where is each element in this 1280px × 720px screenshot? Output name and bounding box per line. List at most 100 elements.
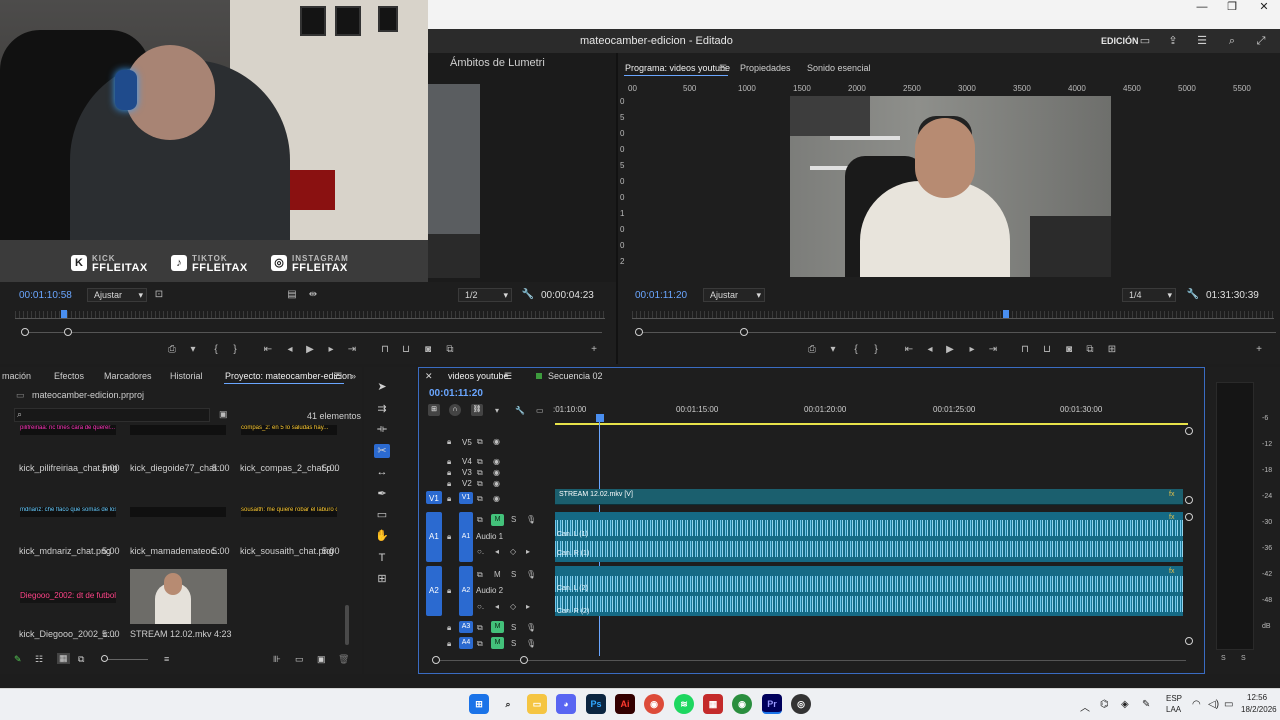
chrome-profile-icon[interactable]: ◉ <box>732 694 752 714</box>
selection-tool-icon[interactable]: ➤ <box>374 380 390 394</box>
audio-clip-a1[interactable]: Can. L (1) Can. R (1) fx <box>555 512 1183 562</box>
work-area-bar[interactable] <box>555 423 1188 425</box>
add-button-icon[interactable]: + <box>587 344 601 355</box>
video-clip[interactable]: STREAM 12.02.mkv [V] fx <box>555 489 1183 505</box>
program-trim-icon[interactable]: ⊞ <box>1105 344 1119 355</box>
source-zoom-bar[interactable] <box>22 332 602 333</box>
track-target-a4[interactable]: A4 <box>459 637 473 649</box>
add-keyframe-icon[interactable]: ◇ <box>510 547 516 556</box>
thumb-size-knob[interactable] <box>101 655 108 662</box>
ripple-edit-icon[interactable]: ⟛ <box>374 422 390 436</box>
track-target-a3[interactable]: A3 <box>459 621 473 633</box>
track-target-a1[interactable]: A1 <box>459 512 473 562</box>
track-select-icon[interactable]: ⇉ <box>374 402 390 416</box>
settings-icon[interactable]: ⊡ <box>152 289 166 300</box>
caption-tool-icon[interactable]: ⊞ <box>374 572 390 586</box>
sync-lock-icon[interactable]: ⧉ <box>477 515 483 525</box>
play-icon[interactable]: ▶ <box>303 344 317 355</box>
lock-icon[interactable]: 🔒︎ <box>447 494 451 504</box>
program-compare-icon[interactable]: ⧉ <box>1083 344 1097 355</box>
asset-name[interactable]: kick_sousaith_chat.png <box>240 546 334 556</box>
mic-icon[interactable]: 🎙︎ <box>526 623 536 632</box>
panel-icon[interactable]: ▭ <box>1138 34 1152 48</box>
go-to-in-icon[interactable]: ⇤ <box>261 344 275 355</box>
lock-icon[interactable]: 🔒︎ <box>447 586 451 596</box>
program-play-icon[interactable]: ▶ <box>943 344 957 355</box>
mute-button[interactable]: M <box>491 637 504 649</box>
asset-thumb[interactable]: sousaith: me quiere robar el laburo che <box>241 507 337 517</box>
mute-button[interactable]: M <box>494 570 501 579</box>
maximize-button[interactable]: ❐ <box>1216 0 1248 14</box>
timeline-settings-icon[interactable]: 🔧 <box>515 406 525 415</box>
eye-icon[interactable]: ◉ <box>493 437 500 446</box>
tab-information[interactable]: mación <box>2 371 31 381</box>
new-item-icon[interactable]: ▣ <box>317 654 326 665</box>
asset-name[interactable]: kick_mdnariz_chat.png <box>19 546 111 556</box>
source-scrubber[interactable] <box>15 311 605 319</box>
program-timecode[interactable]: 00:01:11:20 <box>635 290 687 301</box>
sort-icon[interactable]: ≡ <box>164 654 169 664</box>
eye-icon[interactable]: ◉ <box>493 494 500 503</box>
hand-tool-icon[interactable]: ✋ <box>374 529 390 543</box>
timeline-vscroll-top[interactable] <box>1185 427 1193 435</box>
wifi-icon[interactable]: ◠ <box>1192 699 1201 710</box>
tab-menu-icon[interactable]: ☰ <box>504 371 512 382</box>
new-bin-icon[interactable]: ▭ <box>295 654 304 665</box>
tab-sequence-videos-youtube[interactable]: videos youtube <box>448 371 509 381</box>
timeline-playhead[interactable] <box>596 414 604 422</box>
go-to-out-icon[interactable]: ⇥ <box>345 344 359 355</box>
eye-icon[interactable]: ◉ <box>493 479 500 488</box>
source-fit-select[interactable]: Ajustar <box>87 288 147 302</box>
razor-tool-icon[interactable]: ✂ <box>374 444 390 458</box>
language[interactable]: ESP <box>1166 694 1182 703</box>
tab-lumetri-scopes[interactable]: Ámbitos de Lumetri <box>450 57 545 69</box>
asset-thumb[interactable]: pilifreiriaa: nc tines cara de querer... <box>20 425 116 435</box>
pencil-icon[interactable]: ✎ <box>14 654 22 665</box>
program-resolution-select[interactable]: 1/4 <box>1122 288 1176 302</box>
track-target-v1[interactable]: V1 <box>459 492 473 504</box>
timeline-timecode[interactable]: 00:01:11:20 <box>429 388 483 399</box>
menu-icon[interactable]: ☰ <box>1195 34 1209 48</box>
mic-icon[interactable]: 🎙︎ <box>526 639 536 648</box>
rectangle-tool-icon[interactable]: ▭ <box>374 508 390 522</box>
trash-icon[interactable]: 🗑 <box>338 654 349 665</box>
program-wrench-icon[interactable]: 🔧 <box>1186 289 1200 300</box>
timeline-zoom-bar[interactable] <box>436 660 1186 661</box>
program-mark-in-icon[interactable]: { <box>849 344 863 355</box>
clock-date[interactable]: 18/2/2026 <box>1241 705 1277 714</box>
next-keyframe-icon[interactable]: ▸ <box>526 547 530 556</box>
tab-menu-icon[interactable]: ☰ <box>719 63 727 74</box>
new-bin-icon[interactable]: ▣ <box>219 409 228 420</box>
lock-icon[interactable]: 🔒︎ <box>447 532 451 542</box>
program-fit-select[interactable]: Ajustar <box>703 288 765 302</box>
program-go-to-in-icon[interactable]: ⇤ <box>902 344 916 355</box>
timeline-vscroll-mid[interactable] <box>1185 496 1193 504</box>
asset-thumb[interactable]: Diegooo_2002: dt de futbol <box>20 591 116 603</box>
fullscreen-icon[interactable]: ⤢ <box>1254 34 1268 48</box>
source-resolution-select[interactable]: 1/2 <box>458 288 512 302</box>
volume-icon[interactable]: ○. <box>477 602 484 611</box>
volume-icon[interactable]: ○. <box>477 547 484 556</box>
spotify-icon[interactable]: ≋ <box>674 694 694 714</box>
audio-clip-a2[interactable]: Can. L (2) Can. R (2) fx <box>555 566 1183 616</box>
mute-button[interactable]: M <box>491 621 504 633</box>
source-zoom-end[interactable] <box>64 328 72 336</box>
compare-icon[interactable]: ⧉ <box>443 344 457 355</box>
tray-app-icon[interactable]: ◈ <box>1121 699 1129 710</box>
asset-thumb-video[interactable] <box>130 569 227 624</box>
camera-icon[interactable]: ◙ <box>421 344 435 355</box>
more-panels-icon[interactable]: » <box>351 371 356 381</box>
tray-pen-icon[interactable]: ✎ <box>1142 699 1150 710</box>
close-button[interactable]: ✕ <box>1248 0 1280 14</box>
asset-thumb[interactable] <box>130 507 226 517</box>
sync-lock-icon[interactable]: ⧉ <box>477 623 483 633</box>
slip-tool-icon[interactable]: ↔ <box>374 465 390 479</box>
sync-lock-icon[interactable]: ⧉ <box>477 437 483 447</box>
export-frame-icon[interactable]: ▤ <box>285 289 299 300</box>
timeline-vscroll-bottom[interactable] <box>1185 637 1193 645</box>
tab-program[interactable]: Programa: videos youtube <box>625 63 730 73</box>
program-button-icon[interactable]: ⎙ <box>805 344 819 355</box>
tab-markers[interactable]: Marcadores <box>104 371 152 381</box>
search-icon[interactable]: ⌕ <box>498 694 518 714</box>
tab-project[interactable]: Proyecto: mateocamber-edicion <box>225 371 352 381</box>
